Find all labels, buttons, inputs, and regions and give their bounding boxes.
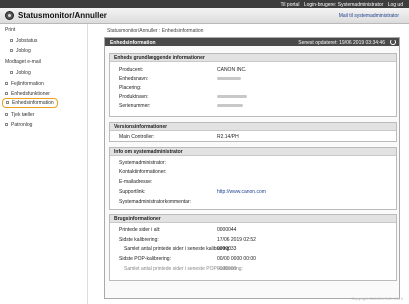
app-header: Statusmonitor/Annuller Mail til systemad… — [0, 8, 409, 24]
last-calibration-label: Sidste kalibrering: — [119, 237, 159, 243]
bullet-icon — [5, 123, 8, 127]
bullet-icon — [6, 101, 9, 105]
bullet-icon — [5, 82, 8, 86]
last-updated-text: Senest opdateret: 19/06 2019 03:34:46 — [298, 39, 385, 46]
bullet-icon — [5, 113, 8, 117]
last-calibration-value: 17/06 2019 02:52 — [217, 237, 256, 243]
bullet-icon — [10, 39, 13, 43]
bullet-icon — [5, 92, 8, 96]
basic-info-section: Enheds grundlæggende informationer Produ… — [109, 53, 397, 117]
sidebar-item-label: Enhedsinformation — [12, 100, 54, 106]
sidebar-item-label: Joblog — [16, 70, 31, 76]
sidebar-item-label: Patronlog — [11, 122, 33, 128]
portal-link[interactable]: Til portal — [280, 2, 299, 8]
admin-comment-label: Systemadministratorkommentar: — [119, 199, 191, 205]
app-title: Statusmonitor/Annuller — [18, 11, 107, 20]
support-link[interactable]: http://www.canon.com — [217, 189, 266, 195]
sidebar: Print Jobstatus Joblog Modtaget e-mail J… — [0, 24, 88, 304]
version-section: Versionsinformationer Main Controller: R… — [109, 122, 397, 142]
section-title: Enheds grundlæggende informationer — [110, 54, 396, 62]
mail-admin-link[interactable]: Mail til systemadministrator — [339, 13, 399, 19]
section-title: Brugsinformationer — [110, 215, 396, 223]
sysadmin-label: Systemadministrator: — [119, 160, 166, 166]
device-info-panel: Enhedsinformation Senest opdateret: 19/0… — [104, 37, 400, 299]
contact-label: Kontaktinformationer: — [119, 169, 167, 175]
location-label: Placering: — [119, 85, 142, 91]
sidebar-item-label: Fejlinformation — [11, 81, 44, 87]
bullet-icon — [10, 49, 13, 53]
top-bar: Til portal Login-brugere: Systemadminist… — [0, 0, 409, 8]
redacted-device-name — [217, 77, 241, 80]
copyright-text: Copyright CANON INC. 2019 — [351, 296, 403, 301]
breadcrumb: Statusmonitor/Annuller : Enhedsinformati… — [107, 28, 204, 34]
last-pop-calibration-value: 00/00 0000 00:00 — [217, 256, 256, 262]
last-pop-calibration-label: Sidste POP-kalibrering: — [119, 256, 171, 262]
manufacturer-label: Producent: — [119, 67, 144, 73]
pop-calibration-pages-value: 0000000 — [217, 266, 237, 272]
sidebar-item-unit-functions[interactable]: Enhedsfunktioner — [5, 91, 50, 97]
sidebar-item-jobstatus[interactable]: Jobstatus — [10, 38, 37, 44]
sidebar-item-label: Jobstatus — [16, 38, 38, 44]
sidebar-item-label: Enhedsfunktioner — [11, 91, 50, 97]
main-controller-value: R2.14/PH — [217, 134, 239, 140]
section-title: Info om systemadministrator — [110, 148, 396, 156]
sidebar-item-label: Tjek tæller — [11, 112, 35, 118]
email-label: E-mailadresse: — [119, 179, 153, 185]
sidebar-item-errors[interactable]: Fejlinformation — [5, 81, 44, 87]
manufacturer-value: CANON INC. — [217, 67, 247, 73]
sidebar-item-label: Joblog — [16, 48, 31, 54]
sidebar-item-device-info[interactable]: Enhedsinformation — [2, 98, 58, 108]
login-user-label: Login-brugere: Systemadministrator — [303, 1, 384, 8]
bullet-icon — [10, 71, 13, 75]
logout-link[interactable]: Log ud — [388, 2, 403, 8]
sidebar-heading-received: Modtaget e-mail — [5, 59, 41, 65]
support-link-label: Supportlink: — [119, 189, 146, 195]
product-name-label: Produktnavn: — [119, 94, 149, 100]
main-controller-label: Main Controller: — [119, 134, 155, 140]
redacted-product-name — [217, 95, 247, 98]
redacted-serial — [217, 104, 243, 107]
device-name-label: Enhedsnavn: — [119, 76, 149, 82]
panel-title: Enhedsinformation — [110, 39, 156, 46]
refresh-icon[interactable] — [390, 39, 396, 45]
sidebar-item-joblog[interactable]: Joblog — [10, 48, 31, 54]
serial-label: Serienummer: — [119, 103, 151, 109]
calibration-pages-label: Samlet antal printede sider i seneste ka… — [124, 246, 231, 252]
usage-section: Brugsinformationer Printede sider i alt:… — [109, 214, 397, 281]
sysadmin-section: Info om systemadministrator Systemadmini… — [109, 147, 397, 210]
sidebar-item-check-counters[interactable]: Tjek tæller — [5, 112, 34, 118]
sidebar-item-received-joblog[interactable]: Joblog — [10, 70, 31, 76]
section-title: Versionsinformationer — [110, 123, 396, 131]
sidebar-heading-print: Print — [5, 27, 16, 33]
panel-header: Enhedsinformation Senest opdateret: 19/0… — [105, 38, 399, 46]
total-pages-value: 0000044 — [217, 227, 237, 233]
top-links: Til portal Login-brugere: Systemadminist… — [277, 2, 403, 8]
total-pages-label: Printede sider i alt: — [119, 227, 161, 233]
app-logo-icon — [5, 11, 14, 20]
calibration-pages-value: 0000033 — [217, 246, 237, 252]
sidebar-item-eco-info[interactable]: Patronlog — [5, 122, 32, 128]
